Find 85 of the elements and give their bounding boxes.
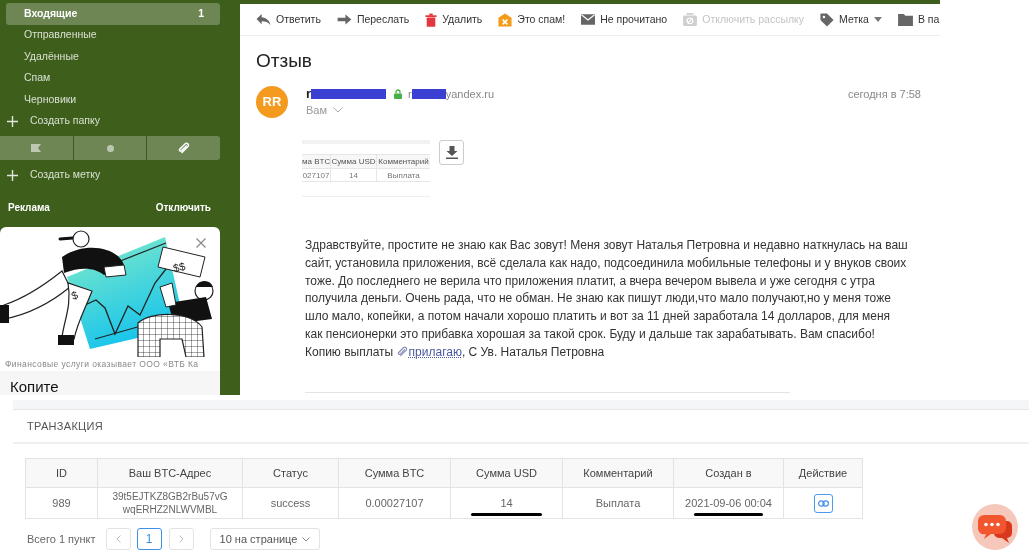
link-button[interactable] xyxy=(813,493,833,513)
ad-label: Реклама xyxy=(8,200,50,215)
chat-bubbles-icon[interactable] xyxy=(972,504,1018,550)
column-header: Сумма BTC xyxy=(338,458,451,488)
ban-icon xyxy=(683,13,698,26)
flag-icon xyxy=(31,144,42,152)
chevron-down-icon xyxy=(333,107,344,113)
toolbar-button[interactable]: Ответить xyxy=(250,6,327,33)
folder-item[interactable]: Удалённые xyxy=(6,46,220,68)
paperclip-icon xyxy=(177,142,190,154)
message-date: сегодня в 7:58 xyxy=(847,87,921,102)
currency-sign: $ xyxy=(69,288,80,302)
chevron-right-icon xyxy=(178,535,184,543)
total-count: Всего 1 пункт xyxy=(27,531,96,547)
filter-button[interactable] xyxy=(0,136,73,160)
filter-button[interactable] xyxy=(73,136,147,160)
cross-shield-icon xyxy=(498,12,513,27)
chevron-down-icon xyxy=(302,536,311,542)
section-title: ТРАНЗАКЦИЯ xyxy=(27,418,103,434)
folder-item[interactable]: Отправленные xyxy=(6,24,220,46)
toolbar-button[interactable]: Метка xyxy=(814,6,888,33)
column-header: Статус xyxy=(242,458,339,488)
toolbar-button[interactable]: Не прочитано xyxy=(575,6,674,33)
folder-item[interactable]: Входящие 1 xyxy=(6,3,220,25)
page-size-dropdown[interactable]: 10 на странице xyxy=(209,528,321,550)
message-body: Здравствуйте, простите не знаю как Вас зовут! Меня зовут Наталья Петровна и недавно наткнулась на ваш сайт, установила приложения, всё сделала как надо, подсоединила мобильные телефоны и у внуков своих тоже. До последнего не верила что приложения платит, а вчера вечером вывела и уже сегодня с утра получила деньги. Очень рада, что не обман. Не знаю как пишут люди,что мало получают,но у меня тоже шло мало, копейки, а потом начали хорошо платить и вот за 11 дней заработала 14 долларов, для меня как пенсионерки это прибавка хорошая за такой срок. Буду и дальше так зарабатывать. Вам спасибо! Копию выплаты прилагаю, С Ув. Наталья Петровна xyxy=(305,237,909,361)
close-icon[interactable] xyxy=(196,238,206,248)
column-header: ID xyxy=(25,458,98,488)
attachment-link[interactable]: прилагаю xyxy=(396,344,462,359)
ad-title: Копите xyxy=(10,379,59,394)
thumbnail-column-header: Комментарий xyxy=(376,155,430,168)
unread-count: 1 xyxy=(198,5,204,21)
column-header: Создан в xyxy=(673,458,784,488)
chevron-left-icon xyxy=(115,535,121,543)
attachment-thumbnail[interactable]: ма BTC Сумма USD Комментарий 027107 14 Выплата xyxy=(302,140,430,197)
folder-item[interactable]: Спам xyxy=(6,67,220,89)
lock-icon xyxy=(394,89,403,99)
envelope-icon xyxy=(581,14,596,25)
sender-email: r xyxy=(408,86,412,102)
ad-card[interactable]: $$ $ Финансовые услуги оказывает ООО «ВТБ Ка Копите xyxy=(0,227,220,395)
table-cell: 989 xyxy=(25,487,98,519)
thumbnail-column-header: Сумма USD xyxy=(330,155,376,168)
avatar: RR xyxy=(256,86,288,118)
table-cell: Выплата xyxy=(562,487,674,519)
table-cell: success xyxy=(242,487,339,519)
plus-icon xyxy=(7,169,18,181)
table-cell: 14 xyxy=(500,496,513,509)
filter-button[interactable] xyxy=(147,136,220,160)
create-label-button[interactable]: Создать метку xyxy=(0,164,110,186)
arrow-right-icon xyxy=(336,14,352,25)
link-icon xyxy=(817,499,829,507)
column-header: Комментарий xyxy=(562,458,674,488)
column-header: Действие xyxy=(783,458,863,488)
dot-icon xyxy=(106,144,114,152)
toolbar-button[interactable]: В па xyxy=(891,6,946,33)
sender-name: r xyxy=(306,85,312,104)
paperclip-icon xyxy=(396,345,408,357)
message-subject: Отзыв xyxy=(256,49,312,73)
folder-icon xyxy=(897,13,913,26)
toolbar-button[interactable]: Это спам! xyxy=(492,6,572,33)
create-folder-button[interactable]: Создать папку xyxy=(0,110,110,132)
thumbnail-cell: Выплата xyxy=(376,168,430,181)
disable-ads-link[interactable]: Отключить xyxy=(155,199,211,215)
sender-email-domain: yandex.ru xyxy=(445,86,495,102)
tag-icon xyxy=(820,12,835,27)
redaction-bar xyxy=(411,89,446,99)
toolbar-button[interactable]: Переслать xyxy=(330,6,416,33)
folder-item[interactable]: Черновики xyxy=(6,89,220,111)
table-cell: 0.00027107 xyxy=(338,487,451,519)
table-cell: 2021-09-06 00:04 xyxy=(685,496,772,509)
plus-icon xyxy=(7,115,18,127)
page-button[interactable]: 1 xyxy=(136,528,162,550)
table-cell: 39t5EJTKZ8GB2rBu57vGwqERHZ2NLWVMBL xyxy=(97,487,243,519)
column-header: Сумма USD xyxy=(450,458,563,488)
currency-sign: $$ xyxy=(171,259,187,275)
thumbnail-cell: 027107 xyxy=(302,168,330,181)
trash-icon xyxy=(425,12,438,27)
ad-disclaimer: Финансовые услуги оказывает ООО «ВТБ Ка xyxy=(4,358,200,371)
download-button[interactable] xyxy=(439,140,464,165)
thumbnail-column-header: ма BTC xyxy=(302,155,330,168)
toolbar-button[interactable]: Удалить xyxy=(419,6,489,33)
download-icon xyxy=(445,146,458,159)
reply-icon xyxy=(256,13,271,26)
column-header: Ваш BTC-Адрес xyxy=(97,458,243,488)
thumbnail-cell: 14 xyxy=(330,168,376,181)
